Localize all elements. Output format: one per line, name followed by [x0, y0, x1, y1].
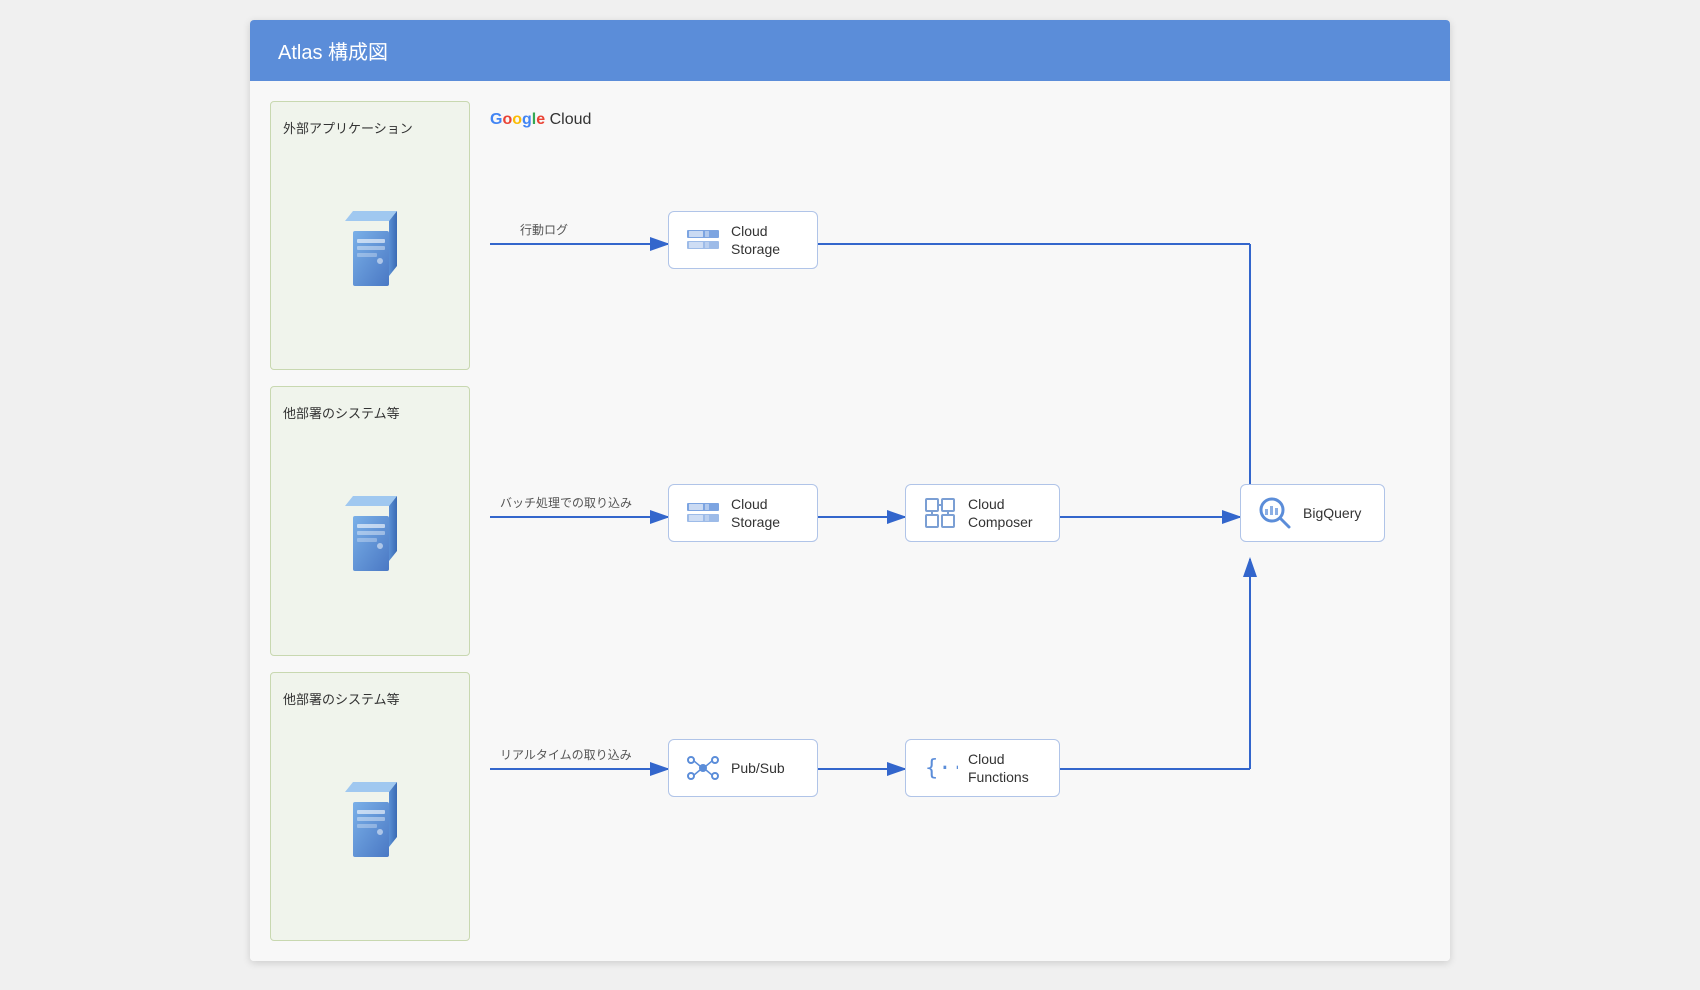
cloud-composer-label: CloudComposer	[968, 495, 1033, 531]
cloud-storage-1-label: CloudStorage	[731, 222, 780, 258]
service-box-cloud-composer: CloudComposer	[905, 484, 1060, 542]
service-box-cloud-storage-2: CloudStorage	[668, 484, 818, 542]
left-panel: 外部アプリケーション	[270, 101, 470, 941]
actor-label-1: 外部アプリケーション	[283, 118, 413, 137]
service-box-pubsub: Pub/Sub	[668, 739, 818, 797]
bigquery-label: BigQuery	[1303, 504, 1361, 522]
pubsub-icon	[685, 750, 721, 786]
actor-label-3: 他部署のシステム等	[283, 689, 400, 708]
arrow-label-3: リアルタイムの取り込み	[500, 746, 632, 763]
page-header: Atlas 構成図	[250, 20, 1450, 81]
cloud-composer-icon	[922, 495, 958, 531]
actor-box-3: 他部署のシステム等	[270, 672, 470, 941]
diagram-wrapper: Atlas 構成図 外部アプリケーション	[250, 20, 1450, 961]
server-icon-2	[340, 491, 400, 581]
service-box-cloud-storage-1: CloudStorage	[668, 211, 818, 269]
flow-container: 行動ログ バッチ処理での取り込み リアルタイムの取り込み CloudStorag…	[490, 149, 1410, 929]
cloud-storage-icon-1	[685, 222, 721, 258]
content-area: 外部アプリケーション	[250, 81, 1450, 961]
cloud-functions-label: CloudFunctions	[968, 750, 1029, 786]
actor-label-2: 他部署のシステム等	[283, 403, 400, 422]
service-box-bigquery: BigQuery	[1240, 484, 1385, 542]
service-box-cloud-functions: {···} CloudFunctions	[905, 739, 1060, 797]
cloud-storage-icon-2	[685, 495, 721, 531]
actor-box-2: 他部署のシステム等	[270, 386, 470, 655]
page-title: Atlas 構成図	[278, 42, 388, 64]
right-panel: Google Cloud	[470, 101, 1430, 941]
svg-text:{···}: {···}	[925, 756, 958, 781]
arrow-label-2: バッチ処理での取り込み	[500, 494, 632, 511]
cloud-storage-2-label: CloudStorage	[731, 495, 780, 531]
actor-box-1: 外部アプリケーション	[270, 101, 470, 370]
cloud-functions-icon: {···}	[922, 750, 958, 786]
bigquery-icon	[1257, 495, 1293, 531]
pubsub-label: Pub/Sub	[731, 759, 785, 777]
server-icon-1	[340, 206, 400, 296]
server-icon-3	[340, 777, 400, 867]
arrow-label-1: 行動ログ	[520, 221, 568, 238]
google-cloud-label: Google Cloud	[490, 111, 1410, 129]
